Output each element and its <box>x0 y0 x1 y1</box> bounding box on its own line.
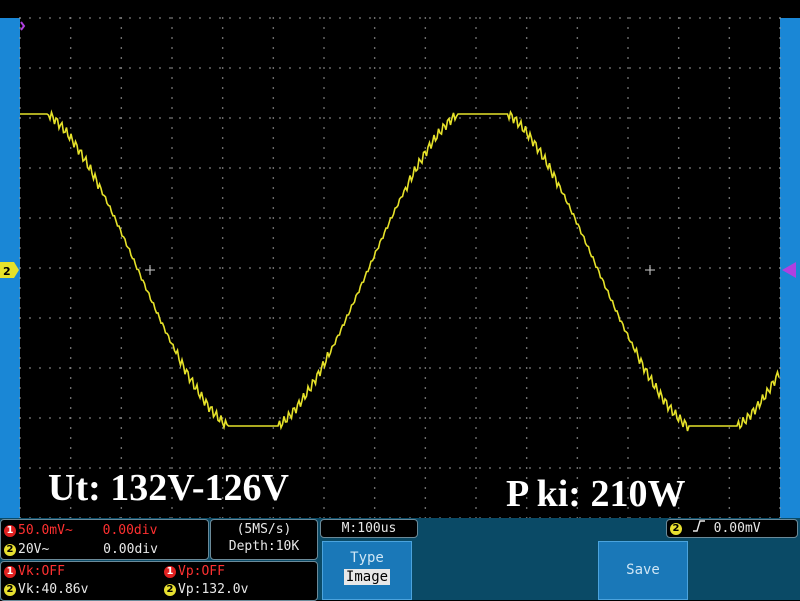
ch1-vk: Vk:OFF <box>18 564 65 579</box>
ch1-scale: 50.0mV~ <box>18 523 73 538</box>
sample-rate: (5MS/s) <box>236 522 292 537</box>
svg-text:2: 2 <box>3 265 11 278</box>
ch2-offset: 0.00div <box>103 542 158 557</box>
ch1-vp: Vp:OFF <box>178 564 225 579</box>
memory-depth: Depth:10K <box>228 539 300 554</box>
voltage-range-annotation: Ut: 132V-126V <box>48 467 289 509</box>
ch1-badge: 1 <box>4 524 16 537</box>
measurement-panel[interactable]: 1 Vk:OFF 1 Vp:OFF 2 Vk:40.86v 2 Vp:132.0v <box>0 561 318 601</box>
ch2-vk: Vk:40.86v <box>18 582 89 597</box>
ch1-measure-badge: 1 <box>4 565 16 578</box>
ch1-settings-row[interactable]: 1 50.0mV~ 0.00div <box>4 523 157 538</box>
timebase-value: M:100us <box>341 521 397 536</box>
type-softkey-value: Image <box>343 569 391 585</box>
trigger-level: 0.00mV <box>713 521 761 536</box>
ch2-vp: Vp:132.0v <box>178 582 249 597</box>
type-softkey-label: Type <box>350 550 384 566</box>
trigger-source-badge: 2 <box>670 522 682 535</box>
ch2-settings-row[interactable]: 2 20V~ 0.00div <box>4 542 158 557</box>
ch1-measure-badge-right: 1 <box>164 565 176 578</box>
ch1-measure-row-right: 1 Vp:OFF <box>164 564 225 579</box>
ch2-scale: 20V~ <box>18 542 50 557</box>
ch2-measure-row-right: 2 Vp:132.0v <box>164 582 248 597</box>
ch2-measure-row: 2 Vk:40.86v <box>4 582 88 597</box>
timebase-display[interactable]: M:100us <box>320 519 418 538</box>
ch2-measure-badge-right: 2 <box>164 583 176 596</box>
rising-edge-icon <box>692 520 706 537</box>
channel-settings-panel[interactable]: 1 50.0mV~ 0.00div 2 20V~ 0.00div <box>0 519 209 560</box>
acquisition-panel[interactable]: (5MS/s) Depth:10K <box>210 519 318 560</box>
save-softkey-label: Save <box>626 562 660 578</box>
type-softkey[interactable]: Type Image <box>322 541 412 600</box>
trigger-display[interactable]: 2 0.00mV <box>666 519 798 538</box>
ch2-measure-badge: 2 <box>4 583 16 596</box>
save-softkey[interactable]: Save <box>598 541 688 600</box>
ch2-badge: 2 <box>4 543 16 556</box>
power-annotation: P ki: 210W <box>506 473 686 515</box>
ch1-offset: 0.00div <box>102 523 158 538</box>
ch1-measure-row: 1 Vk:OFF <box>4 564 65 579</box>
